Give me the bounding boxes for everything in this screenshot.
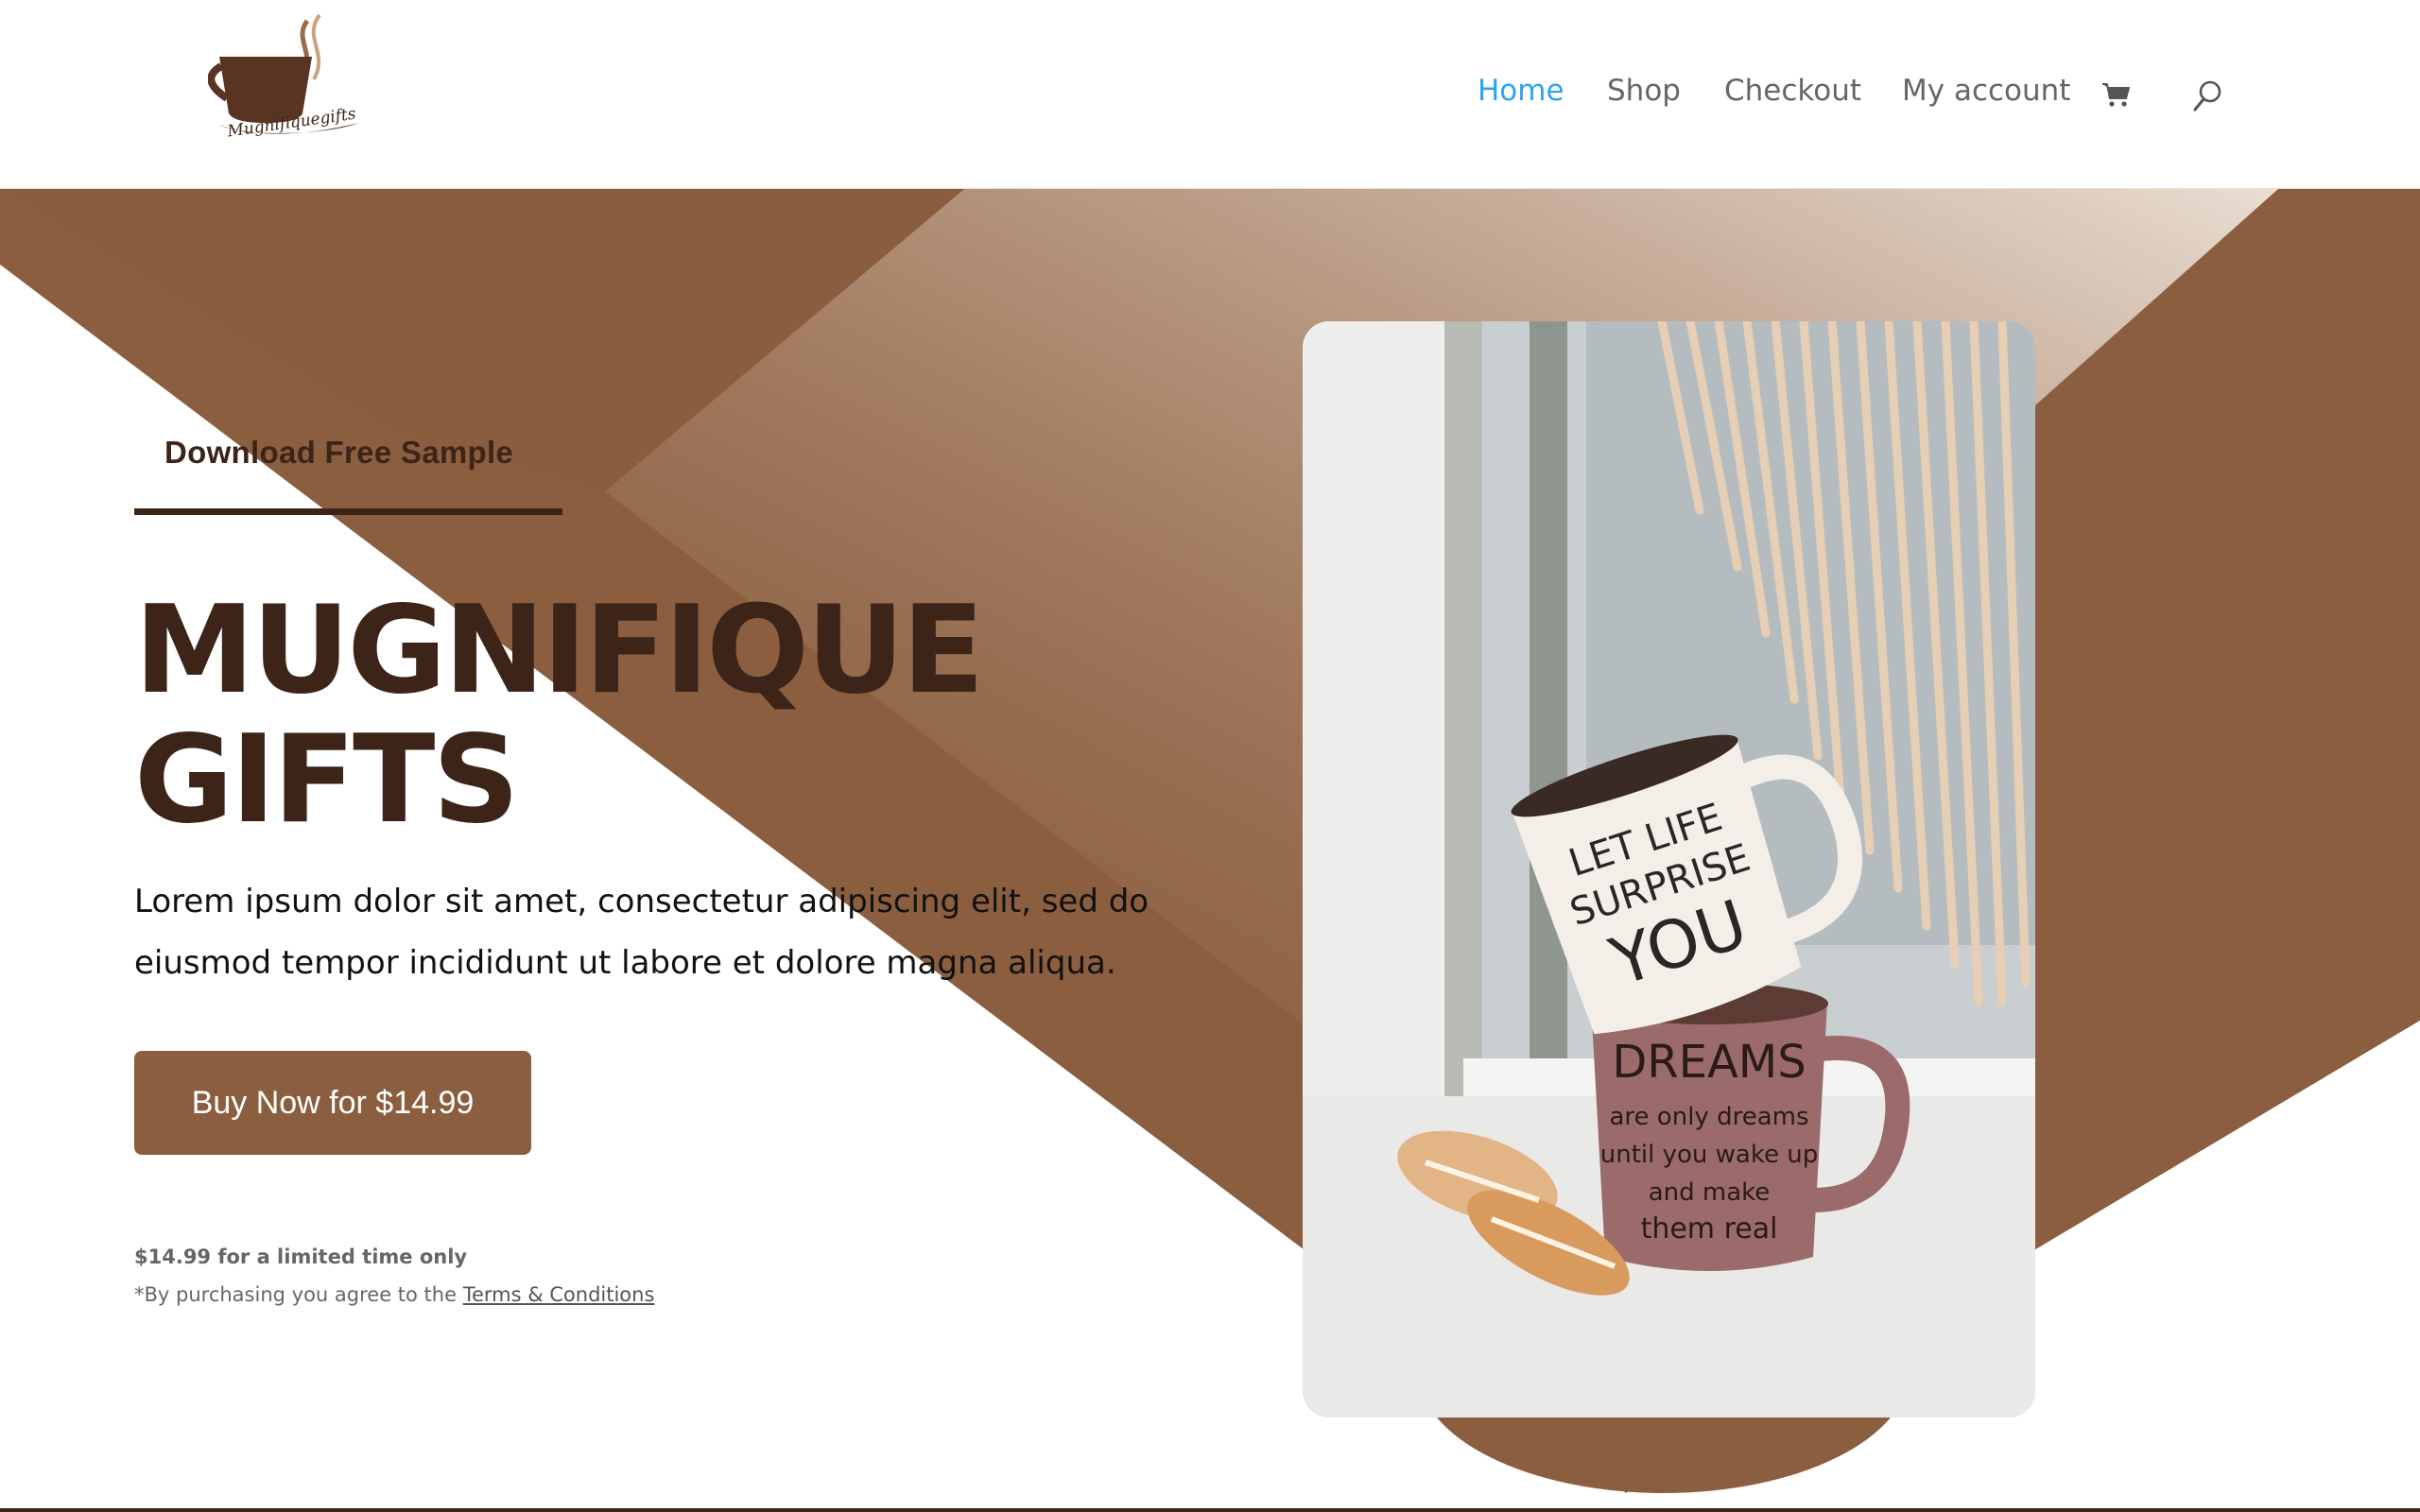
buy-now-button[interactable]: Buy Now for $14.99 <box>134 1051 531 1155</box>
main-nav: Home Shop Checkout My account <box>0 74 2420 115</box>
kicker-underline <box>134 508 562 515</box>
terms-note: *By purchasing you agree to the Terms & … <box>134 1283 654 1306</box>
terms-note-prefix: *By purchasing you agree to the <box>134 1283 463 1306</box>
nav-checkout[interactable]: Checkout <box>1724 74 1861 108</box>
mug-bottom-line4: and make <box>1649 1178 1771 1207</box>
hero-product-image: DREAMS are only dreams until you wake up… <box>1303 321 2035 1418</box>
section-divider <box>0 1508 2420 1512</box>
hero-title-line2: GIFTS <box>134 710 520 850</box>
nav-home[interactable]: Home <box>1478 74 1564 108</box>
cart-icon[interactable] <box>2100 79 2131 110</box>
nav-my-account[interactable]: My account <box>1902 74 2070 108</box>
mug-bottom-line5: them real <box>1641 1212 1778 1246</box>
hero-title-line1: MUGNIFIQUE <box>134 580 984 721</box>
nav-shop[interactable]: Shop <box>1607 74 1681 108</box>
site-header: Mugnifiquegifts Home Shop Checkout My ac… <box>0 0 2420 189</box>
mug-bottom-line1: DREAMS <box>1612 1036 1806 1089</box>
mug-bottom-line2: are only dreams <box>1610 1103 1809 1131</box>
download-sample-link[interactable]: Download Free Sample <box>164 435 513 471</box>
hero-section: Download Free Sample MUGNIFIQUE GIFTS Lo… <box>0 189 2420 1512</box>
search-icon[interactable] <box>2191 79 2223 113</box>
mug-bottom-line3: until you wake up <box>1600 1141 1818 1169</box>
price-note: $14.99 for a limited time only <box>134 1246 468 1268</box>
stacked-mugs-image: DREAMS are only dreams until you wake up… <box>1303 321 2035 1418</box>
hero-title: MUGNIFIQUE GIFTS <box>134 586 1174 845</box>
hero-description: Lorem ipsum dolor sit amet, consectetur … <box>134 883 1150 982</box>
terms-link[interactable]: Terms & Conditions <box>463 1283 655 1306</box>
hero-background <box>0 189 2420 1512</box>
